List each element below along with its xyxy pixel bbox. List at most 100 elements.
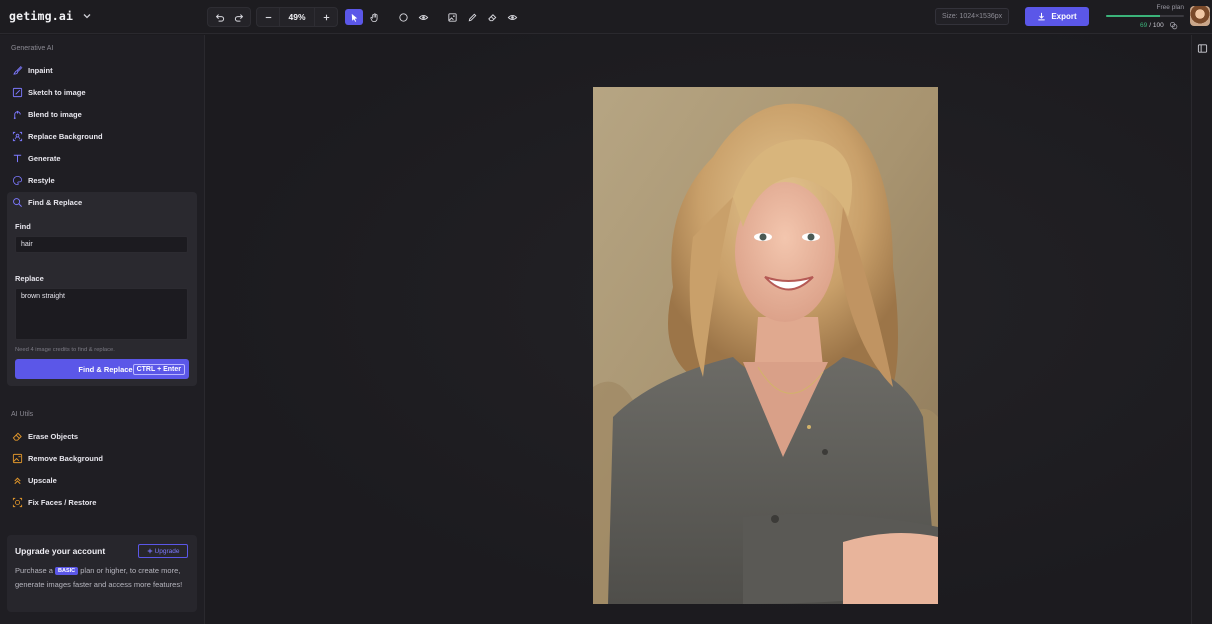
sidebar-item-remove-background[interactable]: Remove Background [7, 448, 197, 468]
search-replace-icon [13, 197, 22, 207]
sidebar: Generative AI Inpaint Sketch to image Bl… [0, 35, 205, 624]
export-label: Export [1051, 12, 1077, 21]
cursor-icon [351, 13, 357, 22]
logo-text: getimg.ai [9, 9, 74, 23]
pencil-tool-button[interactable] [463, 9, 481, 25]
top-bar: getimg.ai 49% Size: 1024×1536px Export F… [0, 0, 1212, 34]
sidebar-item-replace-background[interactable]: Replace Background [7, 126, 197, 146]
plus-icon [323, 14, 329, 20]
history-group [207, 7, 251, 27]
sidebar-item-label: Upscale [28, 475, 57, 485]
eraser-icon [12, 432, 22, 441]
upscale-icon [14, 476, 21, 484]
upgrade-description: Purchase a BASIC plan or higher, to crea… [15, 564, 191, 591]
hand-icon [369, 12, 377, 22]
plan-usage[interactable]: Free plan 69 / 100 [1104, 4, 1184, 30]
sidebar-item-upscale[interactable]: Upscale [7, 470, 197, 490]
zoom-level[interactable]: 49% [279, 8, 315, 26]
mask-visibility-button[interactable] [414, 9, 432, 25]
sidebar-item-restyle[interactable]: Restyle [7, 170, 197, 190]
export-button[interactable]: Export [1025, 7, 1089, 26]
mask-shape-button[interactable] [394, 9, 412, 25]
coins-icon [1169, 21, 1177, 30]
upgrade-card: Upgrade your account Upgrade Purchase a … [7, 535, 197, 612]
preview-button[interactable] [503, 9, 521, 25]
avatar[interactable] [1190, 6, 1210, 26]
sidebar-item-label: Sketch to image [28, 87, 86, 97]
sidebar-item-label: Generate [28, 153, 61, 163]
sidebar-item-label: Blend to image [28, 109, 82, 119]
sidebar-item-fix-faces[interactable]: Fix Faces / Restore [7, 492, 197, 512]
generative-ai-heading: Generative AI [11, 45, 54, 52]
brush-icon [13, 65, 23, 74]
sidebar-item-erase-objects[interactable]: Erase Objects [7, 426, 197, 446]
redo-icon [234, 13, 243, 22]
image-size-label: Size: 1024×1536px [935, 8, 1010, 25]
upgrade-button-label: Upgrade [154, 547, 180, 555]
sidebar-item-label: Remove Background [28, 453, 104, 463]
hand-tool-button[interactable] [365, 9, 383, 25]
ai-utils-heading: AI Utils [11, 411, 34, 418]
plan-badge: BASIC [55, 567, 79, 575]
sidebar-item-label: Fix Faces / Restore [28, 497, 97, 507]
sidebar-item-label: Find & Replace [28, 197, 83, 207]
sidebar-item-label: Erase Objects [28, 431, 79, 441]
zoom-out-button[interactable] [259, 9, 277, 25]
blend-icon [13, 110, 21, 119]
redo-button[interactable] [230, 9, 248, 25]
mask-group [392, 7, 434, 27]
find-replace-button-label: Find & Replace [78, 364, 133, 374]
eraser-tool-button[interactable] [483, 9, 501, 25]
find-replace-button[interactable]: Find & Replace CTRL + Enter [15, 359, 189, 379]
credits-total: / 100 [1149, 22, 1164, 29]
download-icon [1038, 12, 1045, 21]
eye-icon [507, 14, 517, 20]
credits-readout: 69 / 100 [1140, 21, 1178, 30]
upgrade-button[interactable]: Upgrade [138, 544, 188, 558]
keyboard-shortcut: CTRL + Enter [132, 363, 185, 375]
sidebar-item-sketch-to-image[interactable]: Sketch to image [7, 82, 197, 102]
zoom-in-button[interactable] [317, 9, 335, 25]
tool-group [343, 7, 385, 27]
upgrade-text-start: Purchase a [15, 566, 53, 575]
credits-progress-fill [1106, 15, 1160, 17]
find-label: Find [15, 222, 31, 231]
image-edit-icon [447, 12, 457, 22]
sidebar-item-inpaint[interactable]: Inpaint [7, 60, 197, 80]
find-replace-panel: Find hair Replace brown straight Need 4 … [7, 210, 197, 386]
undo-button[interactable] [210, 9, 228, 25]
portrait-photo [593, 87, 938, 604]
credits-progress-bar [1106, 15, 1184, 17]
circle-icon [398, 12, 408, 22]
sidebar-item-label: Replace Background [28, 131, 103, 141]
sidebar-item-label: Restyle [28, 175, 55, 185]
plus-icon [147, 548, 152, 554]
sidebar-item-blend-to-image[interactable]: Blend to image [7, 104, 197, 124]
sidebar-item-find-replace[interactable]: Find & Replace [7, 192, 197, 212]
right-rail [1191, 35, 1212, 624]
eye-icon [418, 14, 428, 20]
undo-icon [215, 13, 224, 22]
zoom-group: 49% [256, 7, 338, 27]
logo[interactable]: getimg.ai [9, 9, 92, 23]
upgrade-title: Upgrade your account [15, 546, 106, 556]
find-input[interactable]: hair [15, 236, 188, 253]
remove-bg-icon [12, 453, 23, 463]
replace-textarea[interactable]: brown straight [15, 288, 188, 340]
credit-hint: Need 4 image credits to find & replace. [15, 347, 115, 353]
palette-icon [12, 175, 23, 185]
image-tool-button[interactable] [443, 9, 461, 25]
select-tool-button[interactable] [345, 9, 363, 25]
panel-toggle-icon[interactable] [1197, 43, 1208, 54]
text-icon [13, 154, 22, 162]
replace-label: Replace [15, 274, 44, 283]
background-icon [12, 131, 23, 141]
canvas-image[interactable] [593, 87, 938, 604]
minus-icon [265, 16, 271, 18]
chevron-down-icon [83, 14, 91, 19]
face-restore-icon [12, 497, 23, 507]
edit-tool-group [441, 7, 523, 27]
sidebar-item-generate[interactable]: Generate [7, 148, 197, 168]
sketch-icon [12, 87, 23, 97]
sidebar-item-label: Inpaint [28, 65, 53, 75]
